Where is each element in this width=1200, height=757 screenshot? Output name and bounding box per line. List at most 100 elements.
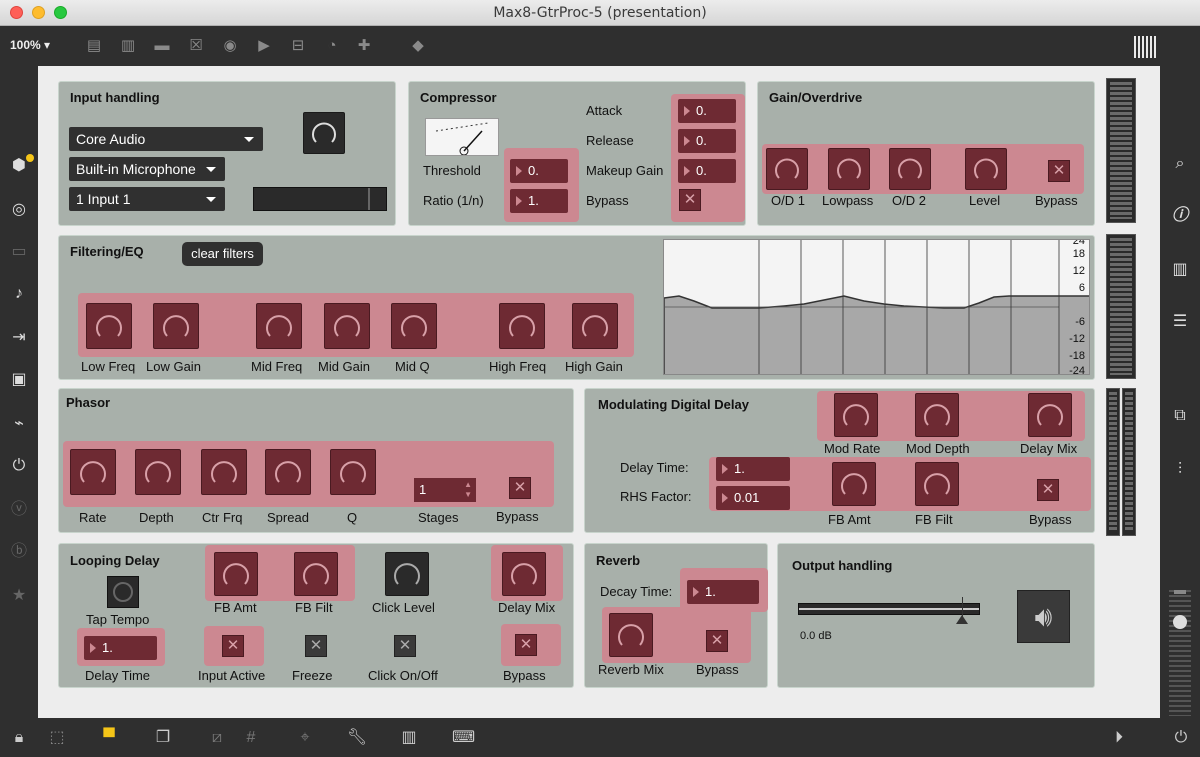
sequence-icon[interactable]: ⇥ [9,328,29,348]
depth-knob[interactable] [135,449,181,495]
stages-number[interactable]: 1 ▲ ▼ [414,478,476,502]
reverb-mix-knob[interactable] [609,613,653,657]
input-handling-panel: Input handling Core Audio Built-in Micro… [58,81,396,226]
looping-delay-time-number[interactable]: 1. [84,636,157,660]
release-number[interactable]: 0. [678,129,736,153]
info-icon[interactable]: ⓘ [1170,206,1190,226]
keyboard-icon[interactable]: ⌨ [452,727,475,749]
patch-cords-icon[interactable]: ⧄ [206,727,228,749]
slider-object-icon[interactable]: ⊟ [288,36,308,56]
inspector-icon[interactable]: ▭ [9,242,29,262]
fb-filt-knob[interactable] [915,462,959,506]
music-note-icon[interactable]: ♪ [9,284,29,304]
grid-icon[interactable]: # [240,727,262,749]
toggle-object-icon[interactable]: ☒ [186,36,206,56]
play-object-icon[interactable]: ▶ [254,36,274,56]
presentation-icon[interactable]: ▀ [98,727,120,749]
makeup-gain-number[interactable]: 0. [678,159,736,183]
mod-depth-knob[interactable] [915,393,959,437]
delay-bypass-toggle[interactable]: ✕ [1037,479,1059,501]
freeze-toggle[interactable]: ✕ [305,635,327,657]
audio-play-icon[interactable]: ⏵ [1108,727,1130,749]
q-knob[interactable] [330,449,376,495]
windows-icon[interactable]: ❐ [152,727,174,749]
compressor-bypass-toggle[interactable]: ✕ [679,189,701,211]
od1-label: O/D 1 [771,193,805,208]
star-icon[interactable]: ★ [9,586,29,606]
message-box-icon[interactable]: ▥ [118,36,138,56]
ctr-frq-knob[interactable] [201,449,247,495]
ratio-number[interactable]: 1. [510,189,568,213]
paperclip-icon[interactable]: ⌁ [9,414,29,434]
tap-tempo-button[interactable] [107,576,139,608]
spread-knob[interactable] [265,449,311,495]
lowpass-knob[interactable] [828,148,870,190]
zoom-level[interactable]: 100% ▾ [10,38,50,52]
device-menu[interactable]: Built-in Microphone [69,157,225,181]
grid-menu-icon[interactable] [1134,36,1158,58]
button-object-icon[interactable]: ◉ [220,36,240,56]
list-icon[interactable]: ☰ [1170,312,1190,332]
speaker-icon[interactable]: 🔊︎ [1017,590,1070,643]
panel-title: Gain/Overdrive [769,90,863,105]
select-icon[interactable]: ⬚ [46,727,68,749]
high-freq-knob[interactable] [499,303,545,349]
delay-time-number[interactable]: 1. [716,457,790,481]
click-level-knob[interactable] [385,552,429,596]
mod-rate-knob[interactable] [834,393,878,437]
attack-number[interactable]: 0. [678,99,736,123]
reverb-bypass-toggle[interactable]: ✕ [706,630,728,652]
wrench-icon[interactable]: 🔧︎ [346,727,368,749]
left-sidebar: ⬢ ◎ ▭ ♪ ⇥ ▣ ⌁ ⏻ ⓥ ⓑ ★ [0,66,38,718]
search-icon[interactable]: ⌕ [1170,154,1190,174]
mixer-icon[interactable]: ⫶ [1170,460,1190,480]
gain-bypass-toggle[interactable]: ✕ [1048,160,1070,182]
threshold-number[interactable]: 0. [510,159,568,183]
power-icon[interactable]: ⏻ [1170,727,1192,749]
piano-icon[interactable]: ▥ [398,727,420,749]
dial-object-icon[interactable]: ◔ [322,36,342,56]
channel-menu[interactable]: 1 Input 1 [69,187,225,211]
low-freq-knob[interactable] [86,303,132,349]
clear-filters-button[interactable]: clear filters [182,242,263,266]
fb-amt-knob[interactable] [832,462,876,506]
od1-knob[interactable] [766,148,808,190]
snap-icon[interactable]: ⌖ [294,727,316,749]
decay-time-number[interactable]: 1. [687,580,759,604]
beap-icon[interactable]: ⓑ [9,542,29,562]
plug-icon[interactable]: ⏻ [9,456,29,476]
target-icon[interactable]: ◎ [9,200,29,220]
lock-icon[interactable]: 🔒︎ [8,727,30,749]
master-volume-handle[interactable] [1173,615,1187,629]
high-gain-knob[interactable] [572,303,618,349]
image-icon[interactable]: ▣ [9,370,29,390]
new-object-icon[interactable]: ▤ [84,36,104,56]
looping-delay-mix-knob[interactable] [502,552,546,596]
mid-freq-knob[interactable] [256,303,302,349]
looping-fb-filt-knob[interactable] [294,552,338,596]
looping-bypass-toggle[interactable]: ✕ [515,634,537,656]
snapshot-icon[interactable]: ⧉ [1170,406,1190,426]
driver-menu[interactable]: Core Audio [69,127,263,151]
paint-bucket-icon[interactable]: ◆ [408,36,428,56]
mid-gain-knob[interactable] [324,303,370,349]
add-object-icon[interactable]: ✚ [354,36,374,56]
delay-mix-knob[interactable] [1028,393,1072,437]
click-onoff-toggle[interactable]: ✕ [394,635,416,657]
variable-icon[interactable]: ⓥ [9,500,29,520]
mid-q-knob[interactable] [391,303,437,349]
book-icon[interactable]: ▥ [1170,260,1190,280]
filter-graph[interactable]: 24 18 12 6 -6 -12 -18 -24 [663,239,1090,375]
output-gain-slider[interactable] [798,603,980,615]
phasor-bypass-toggle[interactable]: ✕ [509,477,531,499]
input-active-toggle[interactable]: ✕ [222,635,244,657]
looping-fb-amt-knob[interactable] [214,552,258,596]
comment-icon[interactable]: ▬ [152,36,172,56]
input-gain-knob[interactable] [303,112,345,154]
level-knob[interactable] [965,148,1007,190]
rhs-factor-number[interactable]: 0.01 [716,486,790,510]
rate-knob[interactable] [70,449,116,495]
od2-knob[interactable] [889,148,931,190]
threshold-label: Threshold [423,163,481,178]
low-gain-knob[interactable] [153,303,199,349]
